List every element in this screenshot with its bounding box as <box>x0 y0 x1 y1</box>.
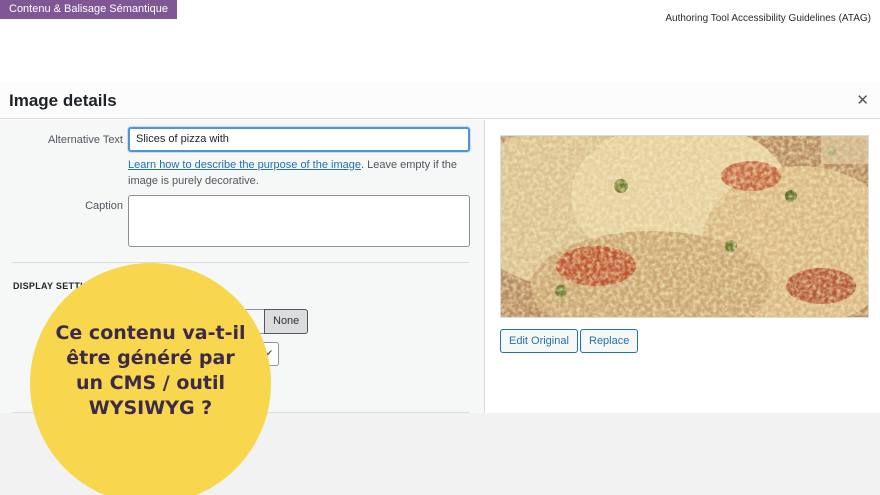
edit-original-button[interactable]: Edit Original <box>500 329 578 353</box>
alt-text-help: Learn how to describe the purpose of the… <box>128 157 468 189</box>
alt-text-input[interactable]: Slices of pizza with <box>128 127 470 152</box>
modal-header: Image details ✕ <box>0 82 880 119</box>
section-tag: Contenu & Balisage Sémantique <box>0 0 177 19</box>
divider <box>12 262 469 263</box>
caption-textarea[interactable] <box>128 195 470 247</box>
callout-text: Ce contenu va-t-il être généré par un CM… <box>55 322 246 419</box>
align-none-button[interactable]: None <box>264 309 309 334</box>
callout-bubble: Ce contenu va-t-il être généré par un CM… <box>30 263 271 495</box>
caption-label: Caption <box>85 200 123 212</box>
alt-text-help-link[interactable]: Learn how to describe the purpose of the… <box>128 159 361 171</box>
replace-button[interactable]: Replace <box>580 329 639 353</box>
slide-header: Contenu & Balisage Sémantique Authoring … <box>0 0 880 82</box>
display-settings-heading: DISPLAY SETTI <box>13 281 83 291</box>
header-reference: Authoring Tool Accessibility Guidelines … <box>665 13 871 24</box>
close-icon[interactable]: ✕ <box>856 91 869 109</box>
image-preview <box>500 135 869 318</box>
modal-title: Image details <box>9 91 117 110</box>
alt-text-label: Alternative Text <box>47 134 123 146</box>
pizza-photo <box>501 136 868 317</box>
